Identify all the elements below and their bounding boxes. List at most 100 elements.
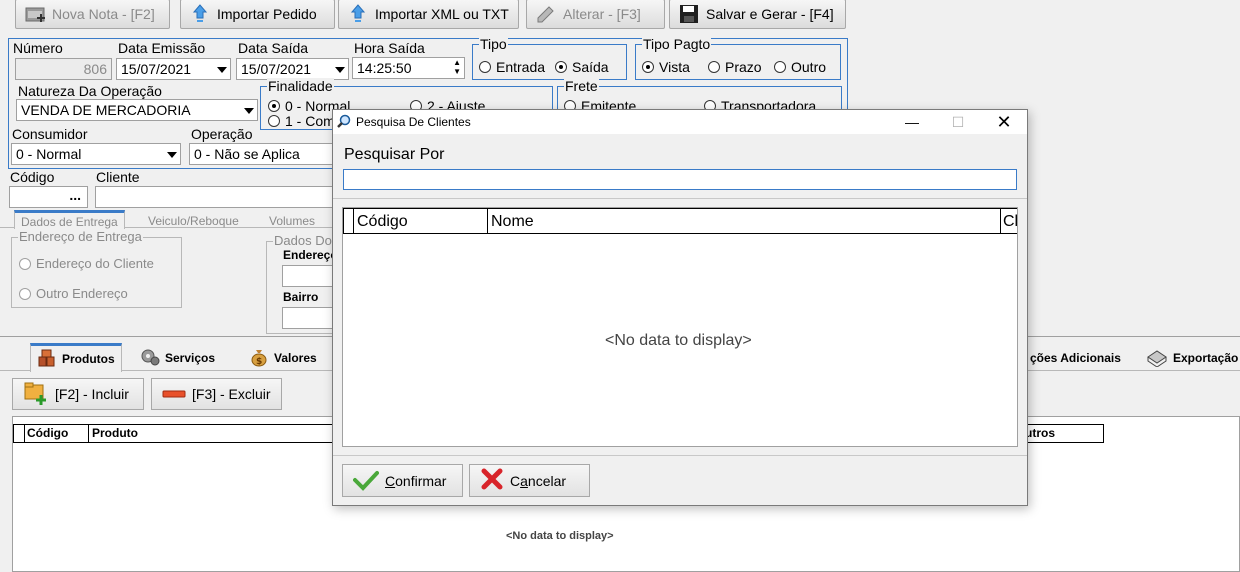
tab-informacoes-adicionais[interactable]: ções Adicionais (1024, 344, 1127, 372)
nova-nota-label: Nova Nota - [F2] (52, 6, 155, 22)
gears-icon (140, 347, 160, 370)
alterar-button[interactable]: Alterar - [F3] (526, 0, 665, 29)
outro-endereco-label: Outro Endereço (36, 286, 128, 301)
natureza-combo[interactable]: VENDA DE MERCADORIA (16, 99, 258, 121)
tipo-saida-label: Saída (572, 59, 609, 75)
numero-label: Número (13, 40, 63, 56)
tab-servicos-label: Serviços (165, 351, 216, 365)
importar-xml-label: Importar XML ou TXT (375, 6, 509, 22)
new-document-icon (24, 3, 46, 25)
endereco-entrega-group: Endereço de Entrega Endereço do Cliente … (11, 230, 182, 308)
radio-icon (774, 61, 786, 73)
row-indicator-cell (343, 208, 354, 233)
data-emissao-picker[interactable]: 15/07/2021 (116, 58, 231, 80)
col-nome-cell[interactable]: Nome (488, 208, 1001, 233)
dialog-divider (333, 198, 1027, 199)
incluir-button[interactable]: [F2] - Incluir (12, 378, 144, 410)
importar-pedido-button[interactable]: Importar Pedido (180, 0, 335, 29)
cancelar-rest: ncelar (527, 472, 567, 489)
radio-icon (479, 61, 491, 73)
row-indicator-cell (14, 425, 25, 442)
spin-icon[interactable]: ▲ ▼ (453, 58, 461, 76)
data-saida-value: 15/07/2021 (241, 61, 312, 77)
col-outros[interactable]: utros (1025, 426, 1055, 440)
consumidor-label: Consumidor (12, 126, 88, 142)
dialog-footer-divider (333, 455, 1027, 456)
minus-icon (162, 386, 186, 402)
radio-selected-icon (555, 61, 567, 73)
excluir-button[interactable]: [F3] - Excluir (151, 378, 282, 410)
col-produto[interactable]: Produto (92, 426, 138, 440)
radio-icon (268, 115, 280, 127)
col-extra-cell[interactable]: Cl (1001, 208, 1017, 233)
finalidade-title: Finalidade (267, 78, 334, 94)
tipo-title: Tipo (479, 36, 508, 52)
tab-exportacao-label: Exportação (1173, 351, 1239, 365)
magnifier-icon (337, 114, 351, 131)
clientes-grid: Código Nome Cl <No data to display> (342, 207, 1018, 447)
col-codigo-label: Código (357, 213, 408, 230)
col-codigo-cell[interactable]: Código (354, 208, 488, 233)
tab-servicos[interactable]: Serviços (134, 344, 221, 372)
minimize-icon[interactable]: — (889, 110, 935, 134)
close-icon[interactable]: ✕ (981, 110, 1027, 134)
data-saida-label: Data Saída (238, 40, 309, 56)
importar-pedido-label: Importar Pedido (217, 6, 317, 22)
outro-endereco-radio[interactable]: Outro Endereço (19, 286, 128, 301)
tab-veiculo-reboque[interactable]: Veiculo/Reboque (142, 212, 245, 232)
pagto-outro-radio[interactable]: Outro (774, 59, 826, 75)
maximize-icon[interactable]: ☐ (935, 110, 981, 134)
red-x-icon (480, 467, 504, 494)
hora-saida-field[interactable]: 14:25:50 ▲ ▼ (352, 57, 465, 79)
checkmark-icon (353, 467, 379, 494)
importar-xml-button[interactable]: Importar XML ou TXT (338, 0, 519, 29)
finalidade-com-label: 1 - Com (285, 113, 335, 129)
consumidor-combo[interactable]: 0 - Normal (11, 143, 181, 165)
pesquisa-search-input[interactable] (343, 169, 1017, 190)
finalidade-com-radio[interactable]: 1 - Com (268, 113, 335, 129)
tipo-entrada-label: Entrada (496, 59, 546, 75)
tab-exportacao[interactable]: Exportação (1140, 344, 1240, 372)
radio-icon (19, 287, 31, 300)
tab-valores[interactable]: $ Valores (243, 344, 323, 372)
tab-dados-entrega[interactable]: Dados de Entrega (14, 210, 125, 229)
numero-field[interactable]: 806 (15, 58, 112, 80)
pesquisa-clientes-dialog: Pesquisa De Clientes — ☐ ✕ Pesquisar Por… (332, 109, 1028, 506)
tipo-entrada-radio[interactable]: Entrada (479, 59, 545, 75)
salvar-gerar-button[interactable]: Salvar e Gerar - [F4] (669, 0, 846, 29)
cancelar-button[interactable]: Cancelar (469, 464, 590, 497)
floppy-disk-icon (678, 3, 700, 25)
natureza-label: Natureza Da Operação (18, 83, 162, 99)
pagto-outro-label: Outro (791, 59, 827, 75)
consumidor-value: 0 - Normal (16, 146, 82, 162)
data-saida-picker[interactable]: 15/07/2021 (236, 58, 349, 80)
import-arrow-icon (347, 3, 369, 25)
radio-icon (708, 61, 720, 73)
cancelar-pre: C (510, 472, 521, 489)
endereco-cliente-label: Endereço do Cliente (36, 256, 154, 271)
col-codigo[interactable]: Código (27, 426, 68, 440)
pagto-prazo-radio[interactable]: Prazo (708, 59, 762, 75)
tipo-group: Tipo Entrada Saída (472, 36, 627, 80)
cliente-field[interactable] (95, 186, 340, 208)
col-extra-label: Cl (1003, 213, 1017, 230)
endereco-label: Endereço (283, 248, 338, 262)
pagto-vista-radio[interactable]: Vista (642, 59, 690, 75)
dialog-title: Pesquisa De Clientes (356, 115, 471, 129)
operacao-label: Operação (191, 126, 253, 142)
tipo-saida-radio[interactable]: Saída (555, 59, 609, 75)
tab-produtos[interactable]: Produtos (30, 343, 122, 372)
ellipsis-button[interactable]: ... (69, 187, 81, 203)
operacao-combo[interactable]: 0 - Não se Aplica (189, 143, 339, 165)
hora-saida-label: Hora Saída (354, 40, 425, 56)
confirmar-button[interactable]: Confirmar (342, 464, 463, 497)
col-separator (88, 425, 89, 442)
edit-icon (535, 3, 557, 25)
endereco-cliente-radio[interactable]: Endereço do Cliente (19, 256, 154, 271)
salvar-gerar-label: Salvar e Gerar - [F4] (706, 6, 834, 22)
nova-nota-button[interactable]: Nova Nota - [F2] (15, 0, 170, 29)
tab-volumes[interactable]: Volumes (263, 212, 321, 232)
codigo-field[interactable]: ... (9, 186, 88, 208)
dialog-titlebar[interactable]: Pesquisa De Clientes — ☐ ✕ (333, 110, 1027, 134)
radio-icon (19, 257, 31, 270)
